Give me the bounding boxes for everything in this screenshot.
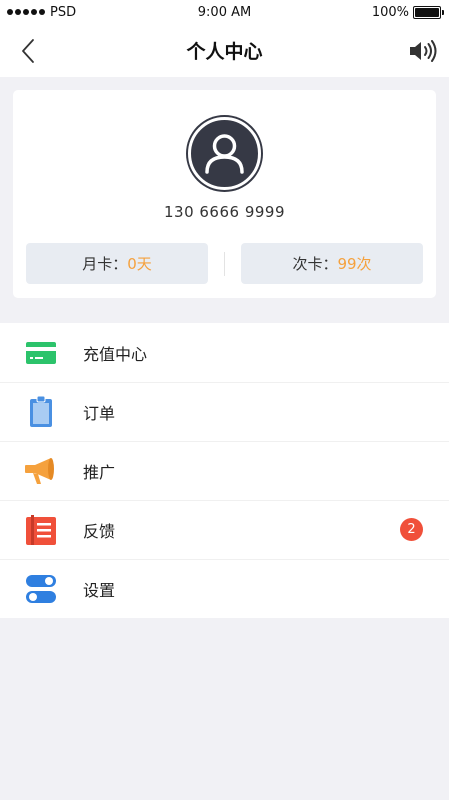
count-card-value: 99次 bbox=[337, 255, 372, 273]
battery-fill bbox=[415, 7, 439, 17]
page-title: 个人中心 bbox=[186, 41, 263, 63]
avatar[interactable] bbox=[188, 117, 261, 190]
battery-percent: 100% bbox=[371, 4, 409, 20]
status-right: 100% bbox=[371, 4, 444, 20]
count-card-button[interactable]: 次卡： 99次 bbox=[241, 243, 423, 284]
phone-number: 130 6666 9999 bbox=[163, 203, 285, 221]
back-button[interactable] bbox=[14, 36, 42, 66]
sound-button[interactable] bbox=[407, 36, 439, 66]
menu-item-feedback[interactable]: 反馈 2 bbox=[0, 500, 449, 559]
megaphone-icon bbox=[25, 455, 57, 487]
card-icon bbox=[25, 337, 57, 369]
user-icon bbox=[205, 134, 244, 174]
count-card-label: 次卡： bbox=[292, 255, 338, 273]
menu-label: 反馈 bbox=[83, 521, 116, 541]
menu-list: 充值中心 订单 推广 反馈 2 设置 bbox=[0, 323, 449, 618]
menu-item-orders[interactable]: 订单 bbox=[0, 382, 449, 441]
carrier-name: PSD bbox=[50, 4, 77, 20]
signal-icon bbox=[7, 9, 45, 15]
menu-item-recharge[interactable]: 充值中心 bbox=[0, 323, 449, 382]
month-card-label: 月卡： bbox=[82, 255, 128, 273]
month-card-value: 0天 bbox=[127, 255, 152, 273]
toggle-icon bbox=[25, 573, 57, 605]
chevron-left-icon bbox=[22, 39, 34, 63]
battery-icon bbox=[413, 5, 444, 19]
notification-badge: 2 bbox=[400, 518, 423, 541]
nav-bar: 个人中心 bbox=[0, 24, 449, 77]
menu-label: 充值中心 bbox=[83, 344, 148, 364]
speaker-icon bbox=[410, 40, 437, 62]
profile-card: 130 6666 9999 月卡： 0天 次卡： 99次 bbox=[13, 90, 436, 298]
menu-label: 推广 bbox=[83, 462, 116, 482]
menu-label: 订单 bbox=[83, 403, 116, 423]
status-bar: PSD 9:00 AM 100% bbox=[0, 0, 449, 24]
clipboard-icon bbox=[25, 396, 57, 428]
divider bbox=[224, 252, 225, 276]
status-left: PSD bbox=[7, 5, 76, 20]
menu-item-promotion[interactable]: 推广 bbox=[0, 441, 449, 500]
menu-item-settings[interactable]: 设置 bbox=[0, 559, 449, 618]
menu-label: 设置 bbox=[83, 580, 116, 600]
feedback-icon bbox=[25, 514, 57, 546]
month-card-button[interactable]: 月卡： 0天 bbox=[26, 243, 208, 284]
